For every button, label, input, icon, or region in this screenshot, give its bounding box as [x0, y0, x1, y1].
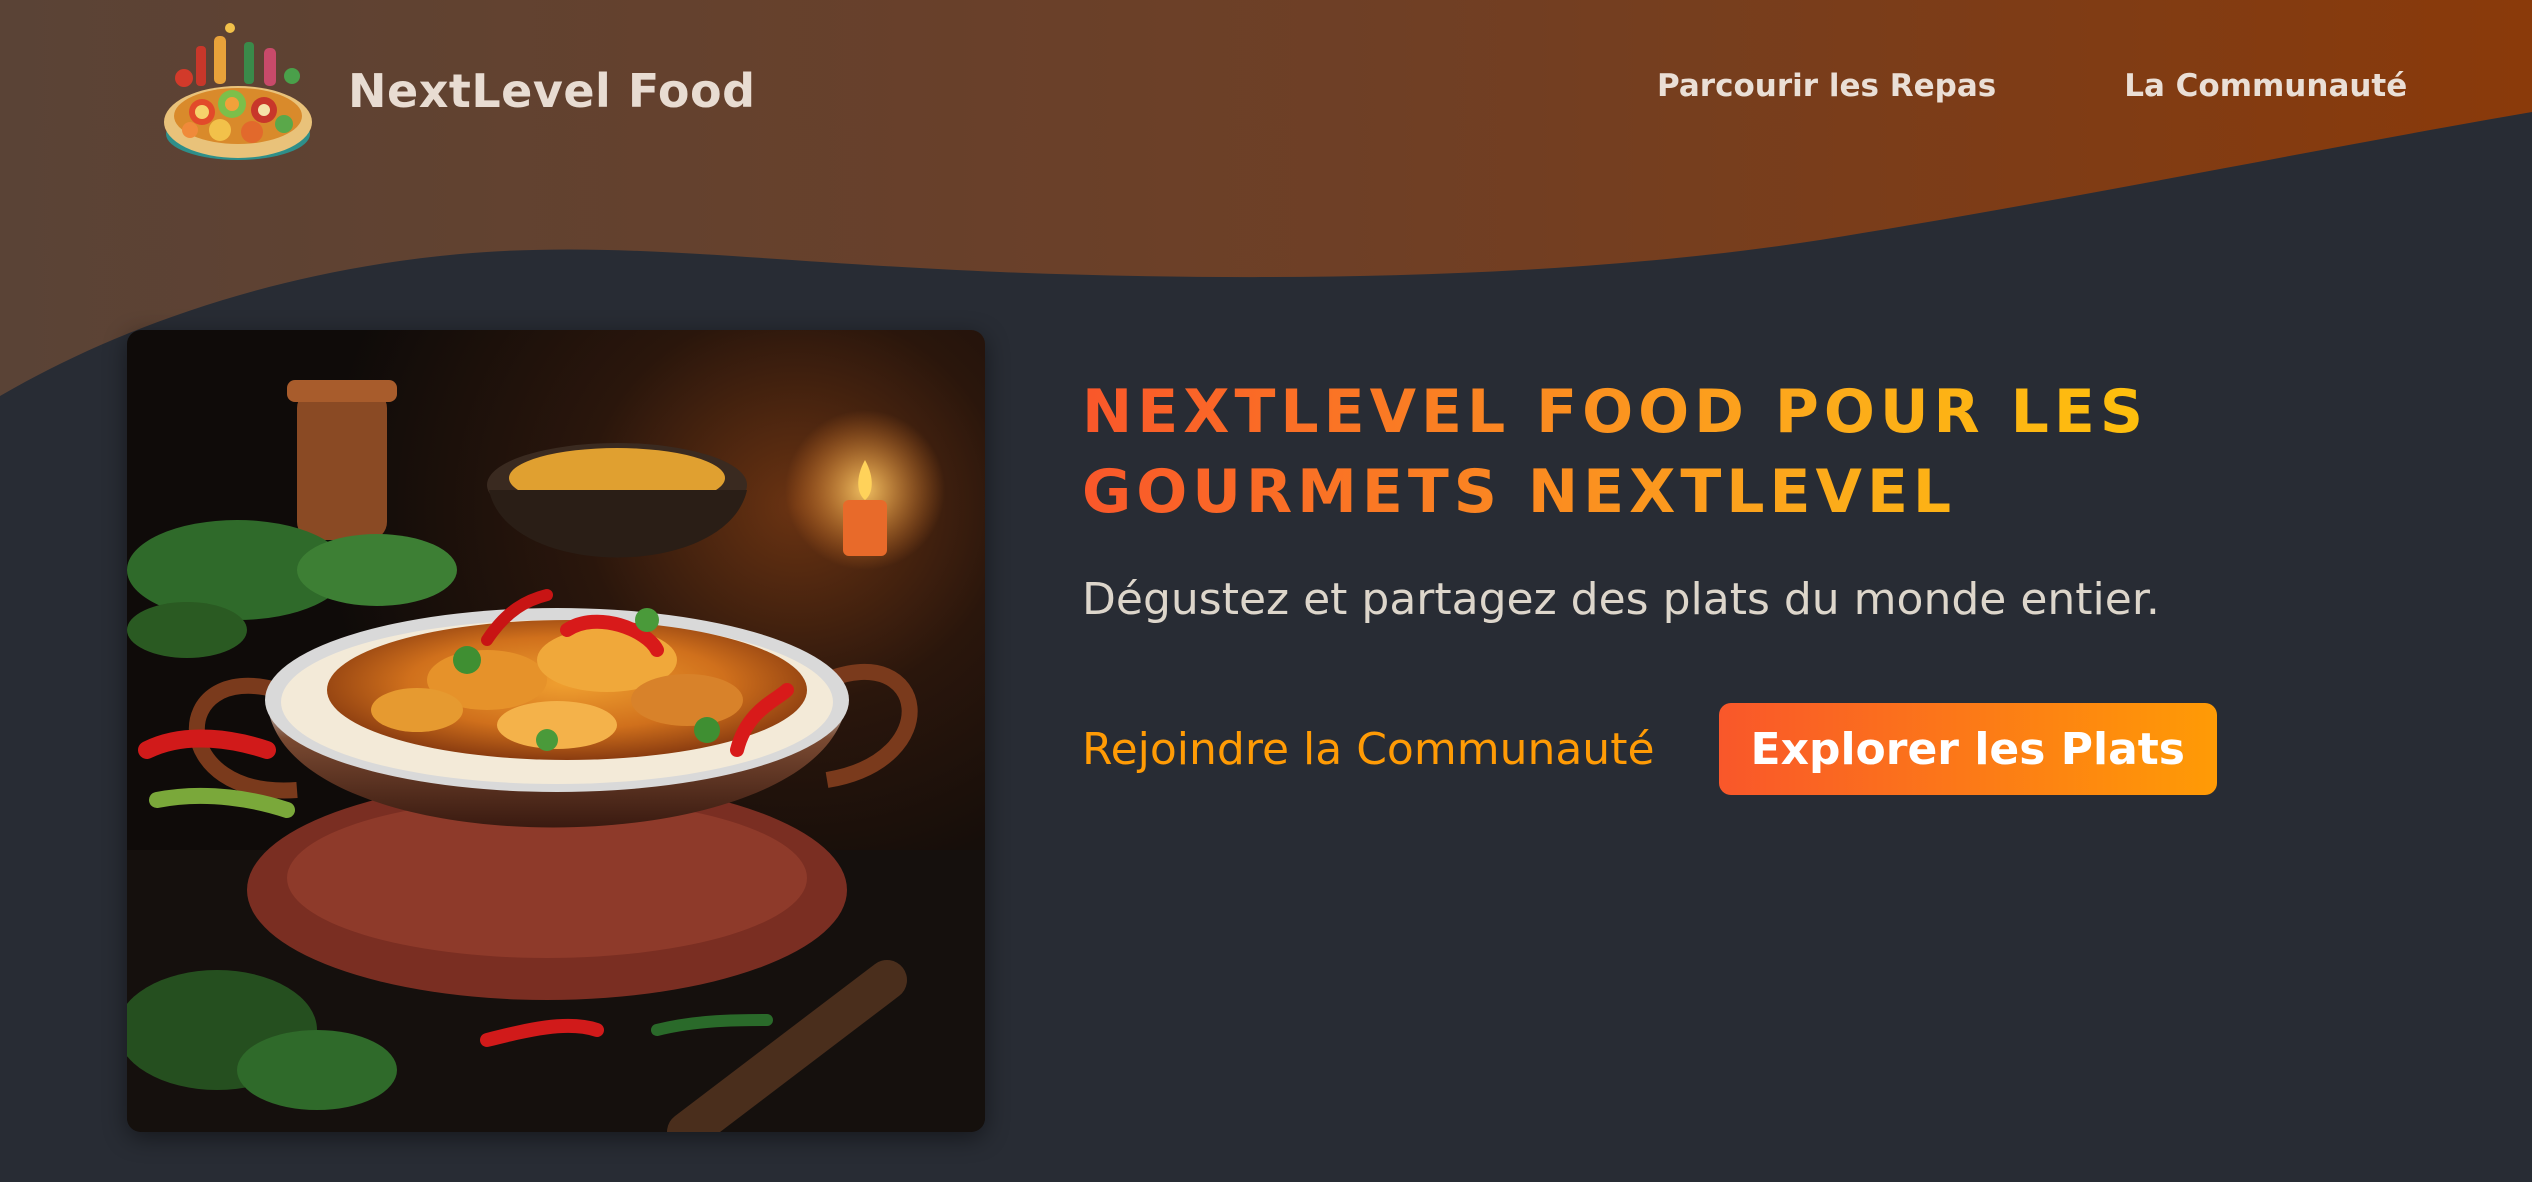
page: NextLevel Food Parcourir les Repas La Co…	[0, 0, 2532, 1182]
nav-link-browse-meals[interactable]: Parcourir les Repas	[1657, 68, 1996, 104]
join-community-link[interactable]: Rejoindre la Communauté	[1082, 724, 1655, 775]
hero-title: NextLevel Food pour les gourmets NextLev…	[1082, 372, 2302, 532]
hero-subtitle: Dégustez et partagez des plats du monde …	[1082, 574, 2160, 625]
main-nav: Parcourir les Repas La Communauté	[1657, 68, 2407, 104]
hero-image	[127, 330, 985, 1132]
explore-meals-button[interactable]: Explorer les Plats	[1718, 703, 2217, 795]
brand-name: NextLevel Food	[348, 64, 756, 118]
hero-cta-row: Rejoindre la Communauté Explorer les Pla…	[1082, 703, 2382, 795]
hero-section: NextLevel Food pour les gourmets NextLev…	[1082, 372, 2382, 795]
curry-dish-photo	[127, 330, 985, 1132]
site-header: NextLevel Food Parcourir les Repas La Co…	[0, 0, 2532, 190]
logo-home-link[interactable]: NextLevel Food	[160, 16, 756, 166]
food-platter-icon	[164, 23, 312, 160]
nav-link-community[interactable]: La Communauté	[2124, 68, 2407, 104]
